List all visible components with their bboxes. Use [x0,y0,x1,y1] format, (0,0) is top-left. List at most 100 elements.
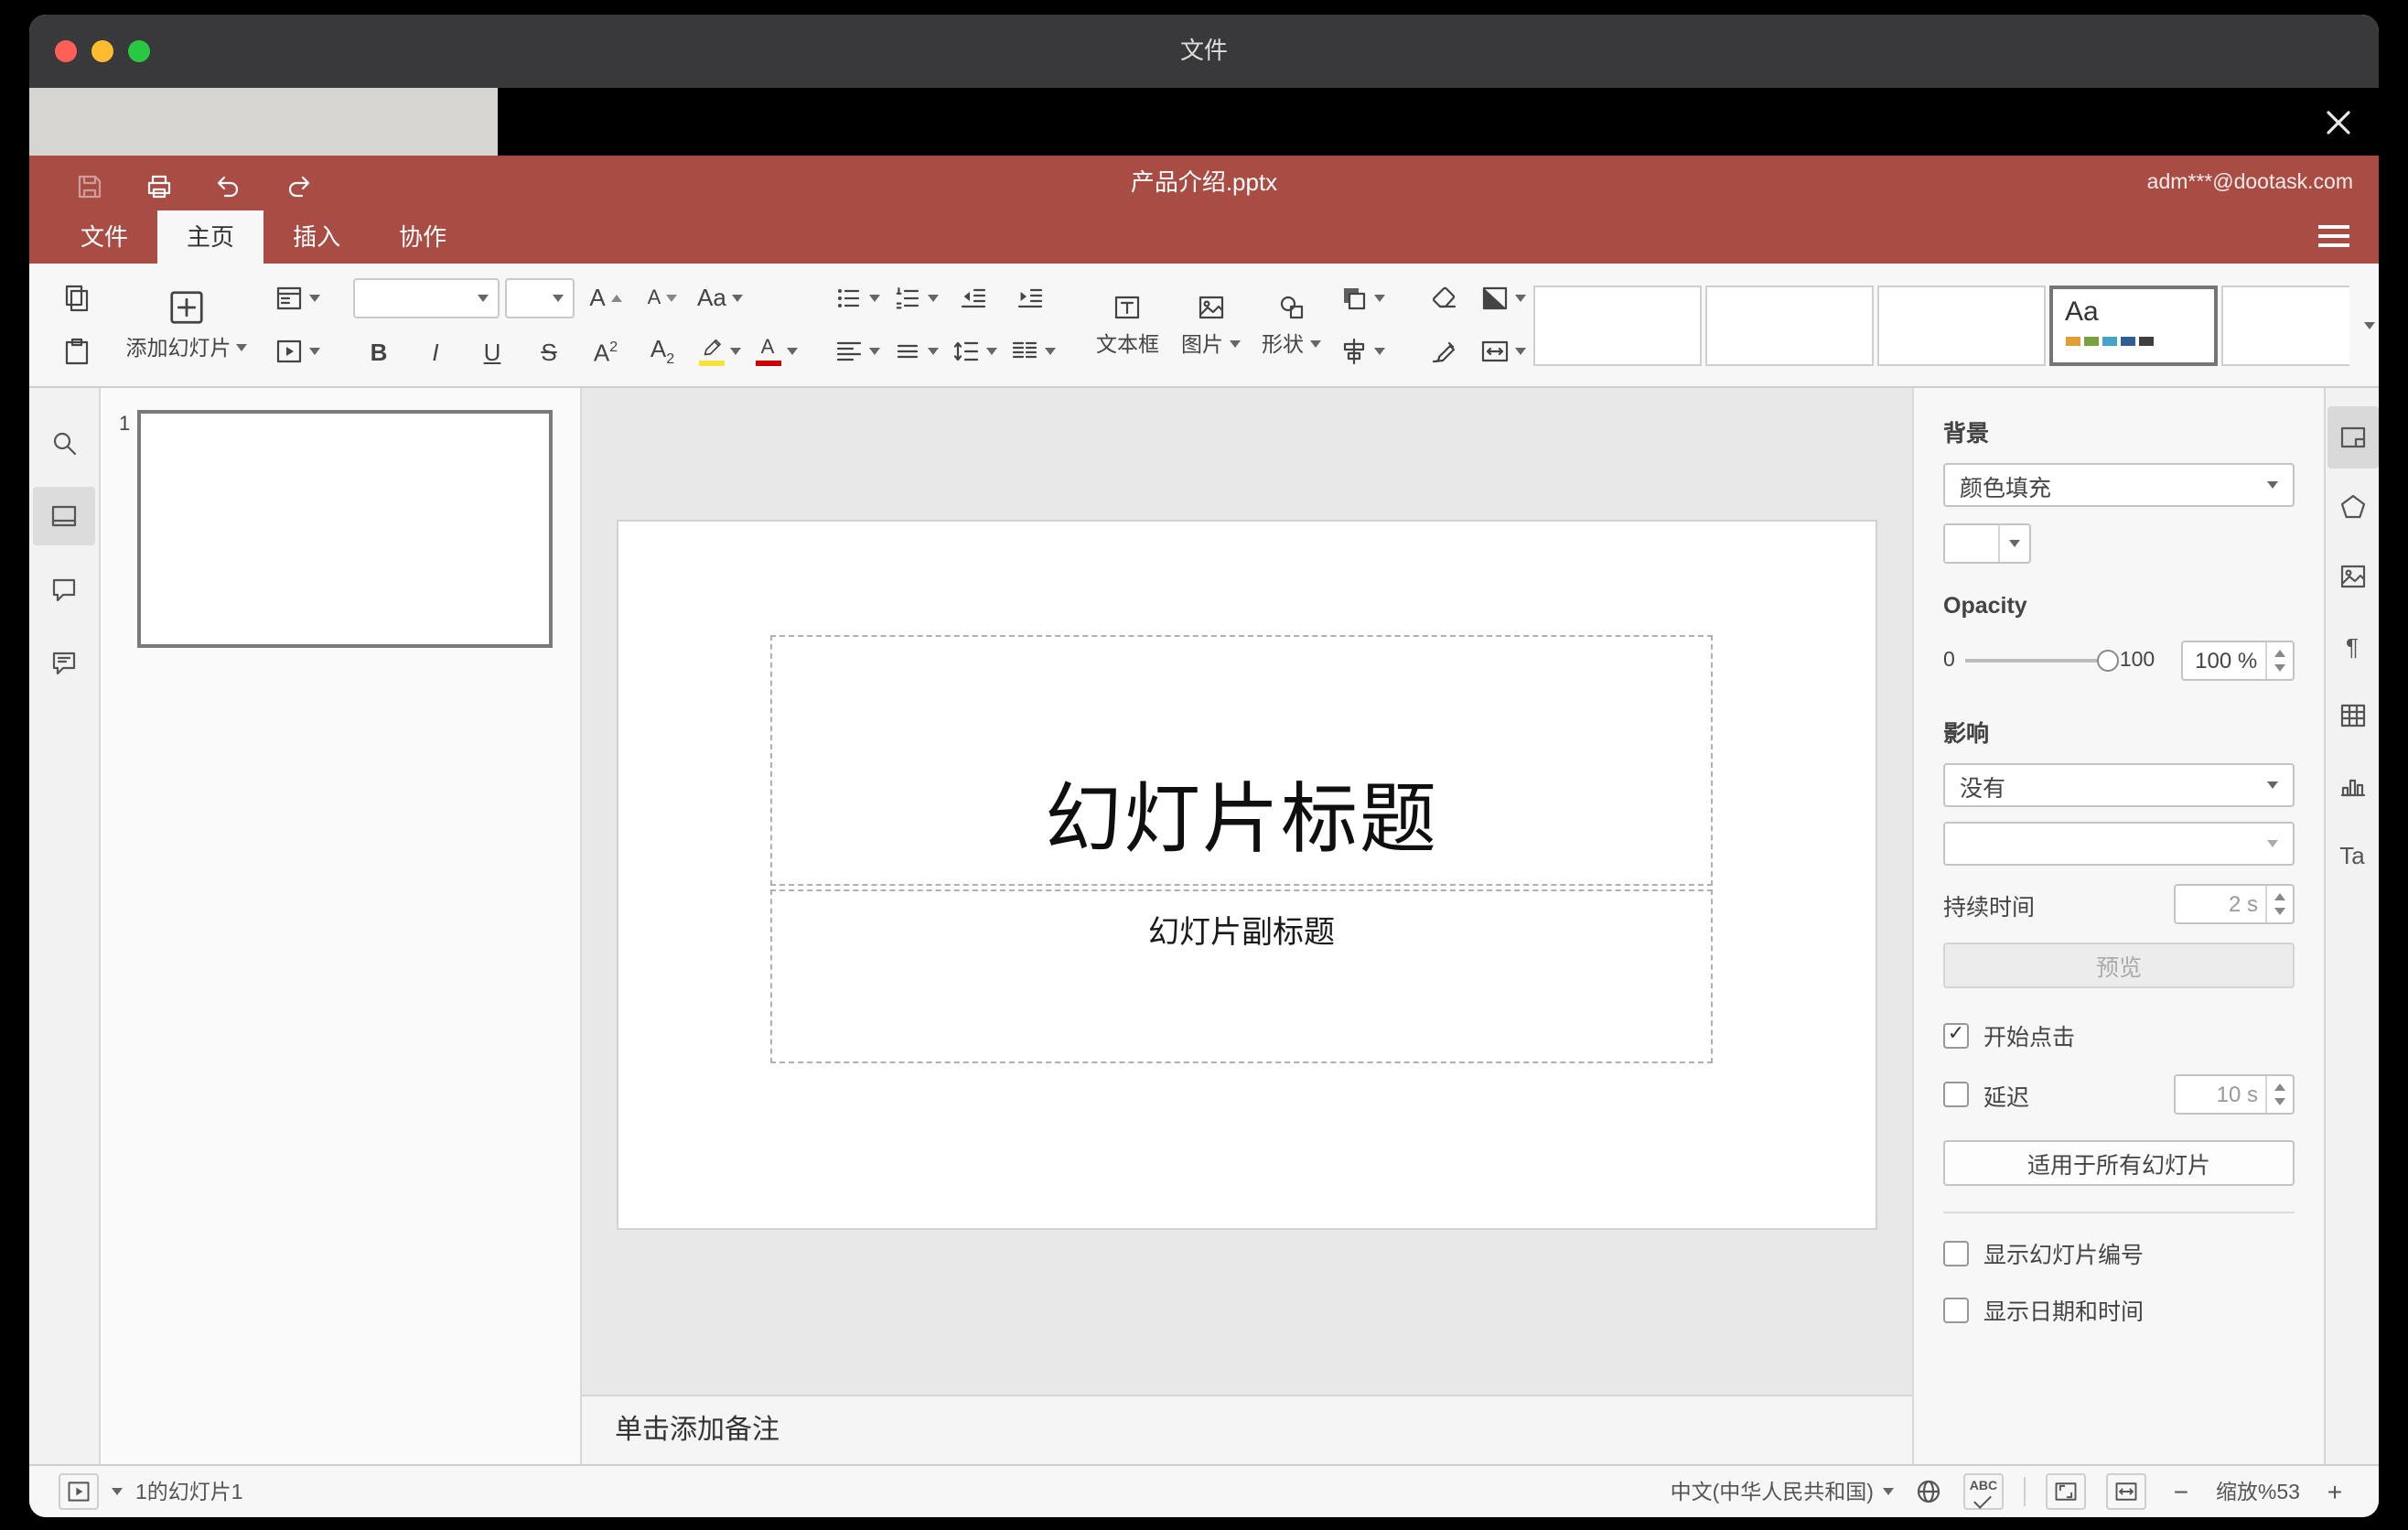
delay-checkbox[interactable] [1943,1082,1969,1107]
clear-style-button[interactable] [1417,276,1468,320]
insert-image-button[interactable]: 图片 [1170,264,1251,386]
subtitle-placeholder[interactable]: 幻灯片副标题 [770,889,1713,1063]
italic-button[interactable]: I [410,330,461,374]
superscript-button[interactable]: A2 [580,330,631,374]
start-slideshow-button[interactable] [271,330,324,374]
add-slide-button[interactable]: 添加幻灯片 [106,264,267,386]
decrease-indent-button[interactable] [948,276,999,320]
spellcheck-button[interactable]: ABC [1962,1473,2004,1510]
insert-shape-button[interactable]: 形状 [1251,264,1331,386]
shape-settings-tab[interactable] [2327,476,2378,538]
notes-area[interactable]: 单击添加备注 [582,1395,1912,1464]
opacity-slider-knob[interactable] [2097,650,2120,672]
language-selector[interactable]: 中文(中华人民共和国) [1671,1477,1894,1506]
chevron-down-icon [236,343,248,350]
font-size-combo[interactable] [505,277,575,318]
tab-home[interactable]: 主页 [157,210,264,264]
bold-button[interactable]: B [353,330,404,374]
slide-editor-canvas[interactable]: 幻灯片标题 幻灯片副标题 单击添加备注 [582,388,1912,1464]
font-name-combo[interactable] [353,277,500,318]
tab-insert[interactable]: 插入 [263,210,370,264]
theme-thumbnail-selected[interactable]: Aa [2048,285,2217,365]
slide[interactable]: 幻灯片标题 幻灯片副标题 [618,522,1876,1228]
tab-collaboration[interactable]: 协作 [370,210,476,264]
subscript-button[interactable]: A2 [637,330,688,374]
chevron-down-icon[interactable] [112,1488,123,1495]
vertical-align-button[interactable] [889,330,942,374]
textart-settings-tab[interactable]: Ta [2327,824,2378,886]
theme-gallery-expand-button[interactable] [2349,285,2379,365]
title-placeholder[interactable]: 幻灯片标题 [770,635,1713,886]
spinner-arrows[interactable] [2264,642,2292,679]
show-slide-number-checkbox[interactable] [1943,1240,1969,1266]
background-panel-fragment [29,88,498,156]
effect-select[interactable]: 没有 [1943,763,2295,807]
copy-button[interactable] [51,276,102,320]
spinner-arrows[interactable] [2265,1076,2293,1113]
close-button[interactable] [2320,104,2357,141]
slide-thumbnail-1[interactable] [137,410,553,648]
spinner-arrows[interactable] [2265,886,2293,922]
effect-type-select[interactable] [1943,822,2295,866]
start-preview-button[interactable] [59,1473,99,1510]
feedback-panel-button[interactable] [33,633,95,692]
slide-size-button[interactable] [1476,330,1529,374]
fill-type-select[interactable]: 颜色填充 [1943,463,2295,507]
copy-style-button[interactable] [1417,330,1468,374]
start-on-click-checkbox[interactable]: ✓ [1943,1022,1969,1048]
bullet-list-button[interactable] [831,276,884,320]
change-case-button[interactable]: Aa [693,276,747,320]
align-shape-button[interactable] [1335,330,1388,374]
increase-font-button[interactable]: A [580,276,631,320]
delay-input[interactable]: 10 s [2174,1074,2295,1115]
color-dropdown[interactable] [1998,525,2029,562]
paste-button[interactable] [51,330,102,374]
image-settings-tab[interactable] [2327,545,2378,608]
fit-width-button[interactable] [2105,1473,2146,1510]
theme-thumbnail[interactable] [1532,285,1701,365]
apply-to-all-button[interactable]: 适用于所有幻灯片 [1943,1140,2295,1186]
change-layout-button[interactable] [271,276,324,320]
search-panel-button[interactable] [33,414,95,472]
strikethrough-button[interactable]: S [523,330,575,374]
tab-file[interactable]: 文件 [51,210,157,264]
chevron-down-icon [2267,840,2278,847]
insert-textbox-button[interactable]: 文本框 [1085,264,1170,386]
decrease-font-button[interactable]: A [637,276,688,320]
comment-icon [49,575,79,604]
theme-thumbnail[interactable] [1704,285,1873,365]
menu-button[interactable] [2318,225,2349,247]
chevron-down-icon [1514,348,1525,356]
slide-color-button[interactable] [1476,276,1529,320]
slides-panel-button[interactable] [33,487,95,545]
theme-thumbnail[interactable] [2220,285,2349,365]
comments-panel-button[interactable] [33,560,95,619]
table-settings-tab[interactable] [2327,684,2378,747]
numbered-list-button[interactable] [889,276,942,320]
highlight-color-button[interactable] [693,330,745,374]
show-date-time-checkbox[interactable] [1943,1297,1969,1322]
theme-swatch [2138,336,2153,345]
fit-slide-button[interactable] [2045,1473,2086,1510]
chevron-down-icon [928,348,939,356]
preview-button[interactable]: 预览 [1943,943,2295,988]
chart-settings-tab[interactable] [2327,754,2378,816]
duration-input[interactable]: 2 s [2174,884,2295,924]
theme-swatch [2120,336,2134,345]
horizontal-align-button[interactable] [831,330,884,374]
arrange-shape-button[interactable] [1335,276,1388,320]
slide-settings-tab[interactable] [2327,406,2378,469]
opacity-slider[interactable] [1965,650,2120,672]
increase-indent-button[interactable] [1005,276,1056,320]
document-language-button[interactable] [1914,1477,1943,1506]
theme-thumbnail[interactable] [1876,285,2045,365]
zoom-in-button[interactable]: + [2320,1477,2349,1506]
font-color-button[interactable]: A [750,330,801,374]
underline-button[interactable]: U [467,330,518,374]
fill-color-picker[interactable] [1943,523,2031,564]
line-spacing-button[interactable] [948,330,1001,374]
opacity-input[interactable]: 100 % [2180,641,2295,681]
paragraph-settings-tab[interactable]: ¶ [2327,615,2378,677]
columns-button[interactable] [1006,330,1059,374]
zoom-out-button[interactable]: − [2166,1477,2196,1506]
